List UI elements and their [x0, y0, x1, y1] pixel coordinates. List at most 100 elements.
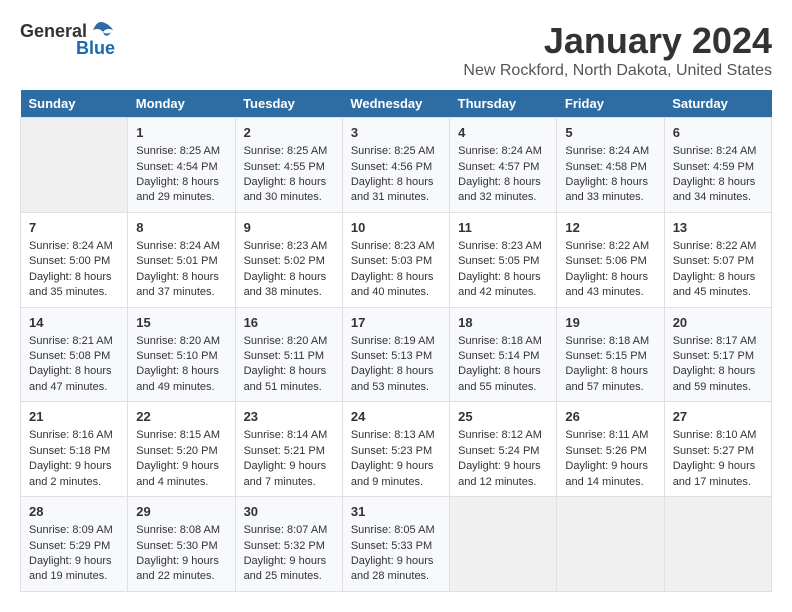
cell-text-line: Sunrise: 8:16 AM [29, 428, 119, 443]
cell-text-line: and 34 minutes. [673, 190, 763, 205]
calendar-cell: 16Sunrise: 8:20 AMSunset: 5:11 PMDayligh… [235, 307, 342, 402]
title-area: January 2024 New Rockford, North Dakota,… [463, 20, 772, 80]
calendar-week-row: 28Sunrise: 8:09 AMSunset: 5:29 PMDayligh… [21, 497, 772, 592]
cell-text-line: Sunset: 4:56 PM [351, 160, 441, 175]
day-number: 19 [565, 314, 655, 332]
cell-text-line: Daylight: 9 hours [351, 459, 441, 474]
cell-text-line: and 51 minutes. [244, 380, 334, 395]
cell-text-line: Daylight: 9 hours [29, 554, 119, 569]
cell-text-line: Sunrise: 8:13 AM [351, 428, 441, 443]
calendar-cell: 25Sunrise: 8:12 AMSunset: 5:24 PMDayligh… [450, 402, 557, 497]
day-number: 14 [29, 314, 119, 332]
cell-text-line: Sunset: 5:26 PM [565, 444, 655, 459]
cell-text-line: and 53 minutes. [351, 380, 441, 395]
month-title: January 2024 [463, 20, 772, 62]
cell-text-line: Sunrise: 8:08 AM [136, 523, 226, 538]
cell-text-line: Daylight: 8 hours [458, 364, 548, 379]
cell-text-line: Sunset: 5:29 PM [29, 539, 119, 554]
calendar-week-row: 21 Sunrise: 8:16 AMSunset: 5:18 PM Dayligh… [21, 402, 772, 497]
cell-text-line: Sunrise: 8:07 AM [244, 523, 334, 538]
day-number: 23 [244, 408, 334, 426]
cell-text-line: Sunrise: 8:24 AM [458, 144, 548, 159]
calendar-cell: 30Sunrise: 8:07 AMSunset: 5:32 PMDayligh… [235, 497, 342, 592]
cell-text-line: and 4 minutes. [136, 475, 226, 490]
calendar-cell: 15Sunrise: 8:20 AMSunset: 5:10 PMDayligh… [128, 307, 235, 402]
calendar-cell: 31Sunrise: 8:05 AMSunset: 5:33 PMDayligh… [342, 497, 449, 592]
cell-text-line: and 38 minutes. [244, 285, 334, 300]
cell-text-line: Sunset: 5:05 PM [458, 254, 548, 269]
cell-text-line: Sunset: 5:00 PM [29, 254, 119, 269]
calendar-cell: 18Sunrise: 8:18 AMSunset: 5:14 PMDayligh… [450, 307, 557, 402]
cell-text-line: Sunrise: 8:19 AM [351, 334, 441, 349]
calendar-cell: 9Sunrise: 8:23 AMSunset: 5:02 PMDaylight… [235, 212, 342, 307]
cell-text-line: Daylight: 8 hours [673, 175, 763, 190]
cell-text-line: Sunrise: 8:18 AM [565, 334, 655, 349]
calendar-cell: 3Sunrise: 8:25 AMSunset: 4:56 PMDaylight… [342, 118, 449, 213]
cell-text-line: and 47 minutes. [29, 380, 119, 395]
cell-text-line: Daylight: 9 hours [244, 459, 334, 474]
calendar-cell: 29Sunrise: 8:08 AMSunset: 5:30 PMDayligh… [128, 497, 235, 592]
logo-blue: Blue [76, 38, 115, 59]
day-number: 21 [29, 408, 119, 426]
cell-text-line: Sunset: 5:03 PM [351, 254, 441, 269]
cell-text-line: Sunset: 5:13 PM [351, 349, 441, 364]
cell-text-line: Sunset: 4:59 PM [673, 160, 763, 175]
day-number: 29 [136, 503, 226, 521]
calendar-week-row: 1Sunrise: 8:25 AMSunset: 4:54 PMDaylight… [21, 118, 772, 213]
calendar-cell [450, 497, 557, 592]
cell-text-line: Sunrise: 8:09 AM [29, 523, 119, 538]
calendar-cell [664, 497, 771, 592]
day-number: 17 [351, 314, 441, 332]
calendar-cell: 27Sunrise: 8:10 AMSunset: 5:27 PMDayligh… [664, 402, 771, 497]
cell-text-line: and 37 minutes. [136, 285, 226, 300]
cell-text-line: Daylight: 9 hours [565, 459, 655, 474]
calendar-cell: 2Sunrise: 8:25 AMSunset: 4:55 PMDaylight… [235, 118, 342, 213]
cell-text-line: Daylight: 8 hours [244, 364, 334, 379]
cell-text-line: Sunrise: 8:22 AM [565, 239, 655, 254]
cell-text-line: Daylight: 8 hours [673, 270, 763, 285]
cell-text-line: Sunset: 4:55 PM [244, 160, 334, 175]
cell-text-line: Sunset: 5:07 PM [673, 254, 763, 269]
cell-text-line: Sunset: 5:18 PM [29, 444, 119, 459]
calendar-table: SundayMondayTuesdayWednesdayThursdayFrid… [20, 90, 772, 592]
cell-text-line: Sunset: 5:08 PM [29, 349, 119, 364]
header-friday: Friday [557, 90, 664, 118]
cell-text-line: Sunset: 5:06 PM [565, 254, 655, 269]
calendar-cell: 13Sunrise: 8:22 AMSunset: 5:07 PMDayligh… [664, 212, 771, 307]
calendar-cell: 23 Sunrise: 8:14 AMSunset: 5:21 PMDayligh… [235, 402, 342, 497]
cell-text-line: Sunset: 5:15 PM [565, 349, 655, 364]
cell-text-line: Daylight: 8 hours [673, 364, 763, 379]
calendar-cell: 12Sunrise: 8:22 AMSunset: 5:06 PMDayligh… [557, 212, 664, 307]
cell-text-line: Sunset: 5:33 PM [351, 539, 441, 554]
cell-text-line: Sunrise: 8:20 AM [136, 334, 226, 349]
day-number: 16 [244, 314, 334, 332]
cell-text-line: Sunset: 5:24 PM [458, 444, 548, 459]
day-number: 12 [565, 219, 655, 237]
calendar-cell: 10Sunrise: 8:23 AMSunset: 5:03 PMDayligh… [342, 212, 449, 307]
day-number: 27 [673, 408, 763, 426]
cell-text-line: Sunrise: 8:24 AM [136, 239, 226, 254]
cell-text-line: and 55 minutes. [458, 380, 548, 395]
cell-text-line: Sunset: 5:21 PM [244, 444, 334, 459]
day-number: 10 [351, 219, 441, 237]
day-number: 25 [458, 408, 548, 426]
cell-text-line: Sunrise: 8:23 AM [351, 239, 441, 254]
cell-text-line: Daylight: 8 hours [565, 364, 655, 379]
calendar-cell: 17Sunrise: 8:19 AMSunset: 5:13 PMDayligh… [342, 307, 449, 402]
cell-text-line: Sunset: 5:27 PM [673, 444, 763, 459]
header-sunday: Sunday [21, 90, 128, 118]
day-number: 26 [565, 408, 655, 426]
cell-text-line: Sunrise: 8:23 AM [244, 239, 334, 254]
cell-text-line: Sunset: 5:14 PM [458, 349, 548, 364]
cell-text-line: Sunrise: 8:23 AM [458, 239, 548, 254]
cell-text-line: Daylight: 8 hours [351, 175, 441, 190]
cell-text-line: Sunrise: 8:12 AM [458, 428, 548, 443]
cell-text-line: and 25 minutes. [244, 569, 334, 584]
cell-text-line: Daylight: 8 hours [458, 270, 548, 285]
cell-text-line: Sunrise: 8:14 AM [244, 428, 334, 443]
day-number: 24 [351, 408, 441, 426]
header-tuesday: Tuesday [235, 90, 342, 118]
cell-text-line: Daylight: 9 hours [351, 554, 441, 569]
cell-text-line: and 28 minutes. [351, 569, 441, 584]
calendar-cell: 28Sunrise: 8:09 AMSunset: 5:29 PMDayligh… [21, 497, 128, 592]
